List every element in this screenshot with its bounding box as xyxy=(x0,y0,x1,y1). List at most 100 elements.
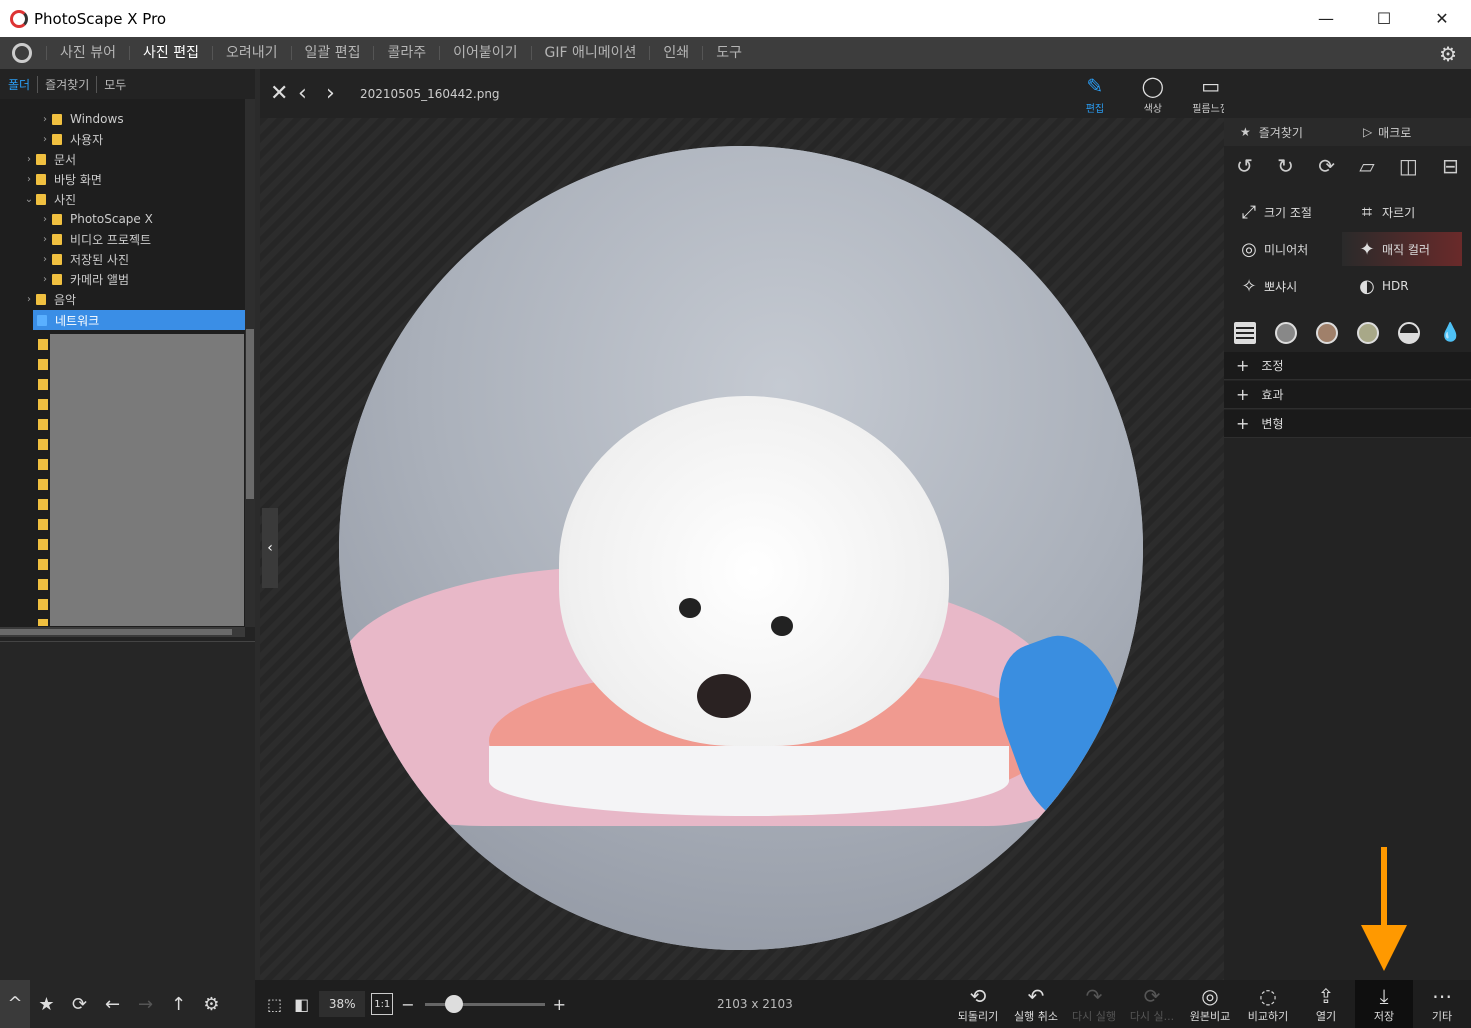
filter-vintage-icon[interactable] xyxy=(1357,322,1380,344)
back-arrow-icon[interactable]: ← xyxy=(96,994,129,1015)
chevron-right-icon[interactable]: › xyxy=(38,274,52,285)
rotate-right-icon[interactable]: ↻ xyxy=(1277,154,1294,178)
tree-horizontal-scrollbar[interactable] xyxy=(0,627,245,637)
section-transform[interactable]: + 변형 xyxy=(1224,410,1471,438)
chevron-right-icon[interactable]: › xyxy=(38,254,52,265)
up-arrow-icon[interactable]: ↑ xyxy=(162,994,195,1015)
chevron-right-icon[interactable]: › xyxy=(22,174,36,185)
favorites-button[interactable]: 즐겨찾기 xyxy=(1259,124,1303,141)
play-icon[interactable]: ▷ xyxy=(1363,125,1372,139)
macro-button[interactable]: 매크로 xyxy=(1378,124,1411,141)
collapse-left-panel-button[interactable]: ‹ xyxy=(262,508,278,588)
tree-item-music[interactable]: › 음악 xyxy=(0,289,245,309)
zoom-slider[interactable] xyxy=(424,994,545,1013)
magic-color-button[interactable]: ✦ 매직 컬러 xyxy=(1342,232,1462,266)
chevron-right-icon[interactable]: › xyxy=(38,214,52,225)
soften-button[interactable]: ✧ 뽀샤시 xyxy=(1224,269,1342,303)
chevron-right-icon[interactable]: › xyxy=(38,114,52,125)
fit-icon[interactable]: ◧ xyxy=(294,995,309,1014)
drop-icon[interactable]: 💧 xyxy=(1439,322,1461,344)
compare-original-button[interactable]: ◎ 원본비교 xyxy=(1181,980,1239,1028)
maximize-button[interactable]: ☐ xyxy=(1355,0,1413,37)
hdr-button[interactable]: ◐ HDR xyxy=(1342,269,1460,303)
chevron-right-icon[interactable]: › xyxy=(22,154,36,165)
menu-cut-out[interactable]: 오려내기 xyxy=(211,46,291,60)
tab-color[interactable]: ◯ 색상 xyxy=(1124,69,1182,115)
scroll-thumb[interactable] xyxy=(246,329,254,499)
tree-item-pictures[interactable]: ⌄ 사진 xyxy=(0,189,245,209)
compare-button[interactable]: ◌ 비교하기 xyxy=(1239,980,1297,1028)
scroll-thumb[interactable] xyxy=(0,629,232,635)
refresh-icon[interactable]: ⟳ xyxy=(63,994,96,1015)
more-button[interactable]: ⋯ 기타 xyxy=(1413,980,1471,1028)
menu-print[interactable]: 인쇄 xyxy=(649,46,702,60)
marquee-icon[interactable]: ⬚ xyxy=(267,995,282,1014)
tree-item-camera-roll[interactable]: › 카메라 앨범 xyxy=(0,269,245,289)
tree-item-photoscape[interactable]: › PhotoScape X xyxy=(0,209,245,229)
resize-button[interactable]: ⤢ 크기 조절 xyxy=(1224,195,1342,229)
redo-button[interactable]: ↷ 다시 실행 xyxy=(1065,980,1123,1028)
star-icon[interactable]: ★ xyxy=(30,994,63,1015)
gear-icon[interactable]: ⚙ xyxy=(1439,42,1457,66)
chevron-right-icon[interactable]: › xyxy=(38,234,52,245)
tree-item-video-projects[interactable]: › 비디오 프로젝트 xyxy=(0,229,245,249)
zoom-out-icon[interactable]: − xyxy=(401,995,414,1014)
section-effects[interactable]: + 효과 xyxy=(1224,381,1471,409)
zoom-slider-knob[interactable] xyxy=(444,994,463,1013)
menu-tools[interactable]: 도구 xyxy=(702,46,755,60)
actual-size-button[interactable]: 1:1 xyxy=(371,993,394,1015)
minimize-button[interactable]: — xyxy=(1297,0,1355,37)
save-button[interactable]: ⤓ 저장 xyxy=(1355,980,1413,1028)
menu-batch[interactable]: 일괄 편집 xyxy=(290,46,374,60)
section-label: 효과 xyxy=(1261,388,1284,402)
flip-horizontal-icon[interactable]: ◫ xyxy=(1399,154,1418,178)
straighten-icon[interactable]: ▱ xyxy=(1359,154,1374,178)
tree-item-desktop[interactable]: › 바탕 화면 xyxy=(0,169,245,189)
prev-photo-icon[interactable]: ‹ xyxy=(298,81,316,106)
tree-vertical-scrollbar[interactable] xyxy=(245,99,255,627)
tree-item-windows[interactable]: › Windows xyxy=(0,109,245,129)
miniature-button[interactable]: ◎ 미니어처 xyxy=(1224,232,1342,266)
tab-all[interactable]: 모두 xyxy=(96,75,133,93)
redo-all-icon: ⟳ xyxy=(1143,984,1161,1008)
favorites-macro-bar: ★ 즐겨찾기 ▷ 매크로 xyxy=(1224,118,1471,146)
chevron-right-icon[interactable]: › xyxy=(38,134,52,145)
chevron-up-icon[interactable]: ^ xyxy=(0,980,30,1028)
tree-item-documents[interactable]: › 문서 xyxy=(0,149,245,169)
revert-button[interactable]: ⟲ 되돌리기 xyxy=(949,980,1007,1028)
tab-edit[interactable]: ✎ 편집 xyxy=(1066,69,1124,115)
rotate-free-icon[interactable]: ⟳ xyxy=(1318,154,1335,178)
next-photo-icon[interactable]: › xyxy=(326,81,344,106)
section-adjust[interactable]: + 조정 xyxy=(1224,352,1471,380)
tab-favorites[interactable]: 즐겨찾기 xyxy=(37,75,96,93)
menu-combine[interactable]: 이어붙이기 xyxy=(439,46,530,60)
flip-vertical-icon[interactable]: ⊟ xyxy=(1442,154,1459,178)
list-icon[interactable] xyxy=(1233,322,1256,344)
filter-gray-icon[interactable] xyxy=(1274,322,1297,344)
crop-button[interactable]: ⌗ 자르기 xyxy=(1342,195,1460,229)
forward-arrow-icon[interactable]: → xyxy=(129,994,162,1015)
app-menu-icon[interactable] xyxy=(12,43,32,63)
menu-photo-viewer[interactable]: 사진 뷰어 xyxy=(46,46,129,60)
gear-icon[interactable]: ⚙ xyxy=(195,994,228,1015)
filter-half-icon[interactable] xyxy=(1398,322,1421,344)
tree-item-users[interactable]: › 사용자 xyxy=(0,129,245,149)
menu-collage[interactable]: 콜라주 xyxy=(373,46,439,60)
close-photo-icon[interactable]: ✕ xyxy=(270,81,288,106)
chevron-down-icon[interactable]: ⌄ xyxy=(22,194,36,205)
open-button[interactable]: ⇪ 열기 xyxy=(1297,980,1355,1028)
undo-button[interactable]: ↶ 실행 취소 xyxy=(1007,980,1065,1028)
zoom-in-icon[interactable]: + xyxy=(553,995,566,1014)
zoom-level[interactable]: 38% xyxy=(319,991,366,1017)
menu-photo-editor[interactable]: 사진 편집 xyxy=(128,46,212,60)
rotate-left-icon[interactable]: ↺ xyxy=(1236,154,1253,178)
menu-gif[interactable]: GIF 애니메이션 xyxy=(530,46,650,60)
tab-folders[interactable]: 폴더 xyxy=(8,76,37,93)
tree-item-saved-pictures[interactable]: › 저장된 사진 xyxy=(0,249,245,269)
close-button[interactable]: ✕ xyxy=(1413,0,1471,37)
filter-sepia-icon[interactable] xyxy=(1315,322,1338,344)
tree-item-network[interactable]: 네트워크 xyxy=(33,310,245,330)
redo-all-button[interactable]: ⟳ 다시 실... xyxy=(1123,980,1181,1028)
star-icon[interactable]: ★ xyxy=(1240,125,1251,139)
chevron-right-icon[interactable]: › xyxy=(22,294,36,305)
